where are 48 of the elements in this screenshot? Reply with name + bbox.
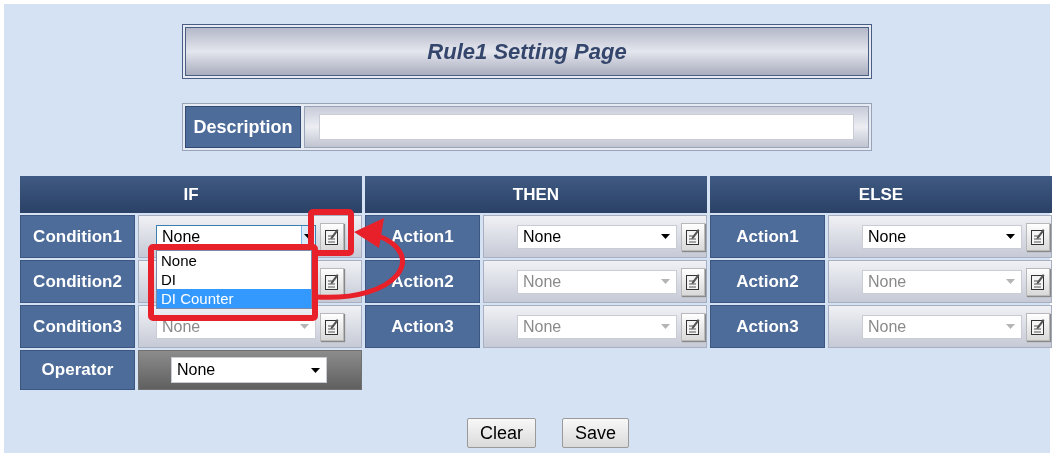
edit-icon (1031, 273, 1045, 290)
edit-icon (325, 273, 339, 290)
caret-icon (1006, 234, 1015, 239)
edit-icon (325, 318, 339, 335)
caret-icon (300, 324, 309, 329)
dropdown-option[interactable]: DI (157, 269, 311, 289)
dropdown[interactable]: None (862, 224, 1022, 249)
row-label: Action2 (710, 260, 825, 303)
caret-icon (1006, 279, 1015, 284)
column-header: IF (20, 176, 362, 213)
edit-button[interactable] (681, 312, 705, 341)
edit-button[interactable] (1026, 267, 1050, 296)
caret-icon (1006, 324, 1015, 329)
edit-button[interactable] (681, 222, 705, 251)
edit-button[interactable] (320, 267, 344, 296)
row-label: Action3 (365, 305, 480, 348)
caret-icon (661, 324, 670, 329)
edit-button[interactable] (681, 267, 705, 296)
dropdown-option[interactable]: None (157, 250, 311, 270)
caret-icon (661, 234, 670, 239)
description-field[interactable] (319, 114, 854, 140)
action-button[interactable]: Save (562, 418, 629, 448)
row-label: Action1 (710, 215, 825, 258)
dropdown[interactable]: None (517, 224, 677, 249)
edit-icon (686, 228, 700, 245)
row-label: Operator (20, 350, 135, 390)
edit-button[interactable] (320, 222, 344, 251)
column-header: THEN (365, 176, 707, 213)
caret-icon (661, 279, 670, 284)
edit-icon (1031, 228, 1045, 245)
edit-icon (686, 273, 700, 290)
page-title: Rule1 Setting Page (185, 27, 869, 76)
field-label: Description (185, 106, 301, 148)
caret-icon (311, 367, 320, 373)
row-label: Action3 (710, 305, 825, 348)
column-header: ELSE (710, 176, 1052, 213)
row-label: Condition3 (20, 305, 135, 348)
edit-button[interactable] (1026, 222, 1050, 251)
row-label: Condition2 (20, 260, 135, 303)
dropdown[interactable]: None (171, 357, 327, 383)
edit-icon (1031, 318, 1045, 335)
edit-button[interactable] (320, 312, 344, 341)
edit-icon (686, 318, 700, 335)
action-button[interactable]: Clear (466, 418, 536, 448)
row-label: Action2 (365, 260, 480, 303)
edit-button[interactable] (1026, 312, 1050, 341)
row-label: Condition1 (20, 215, 135, 258)
edit-icon (325, 228, 339, 245)
